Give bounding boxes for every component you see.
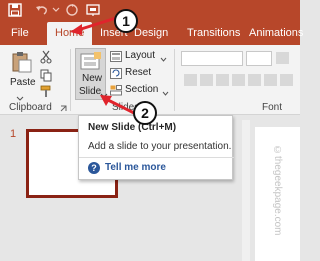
- arrow-to-home-tab: [70, 16, 117, 35]
- annotation-arrows: [70, 16, 135, 115]
- arrow-to-new-slide: [100, 95, 135, 115]
- callout-step-1: 1: [114, 9, 138, 33]
- callout-step-2: 2: [133, 101, 157, 125]
